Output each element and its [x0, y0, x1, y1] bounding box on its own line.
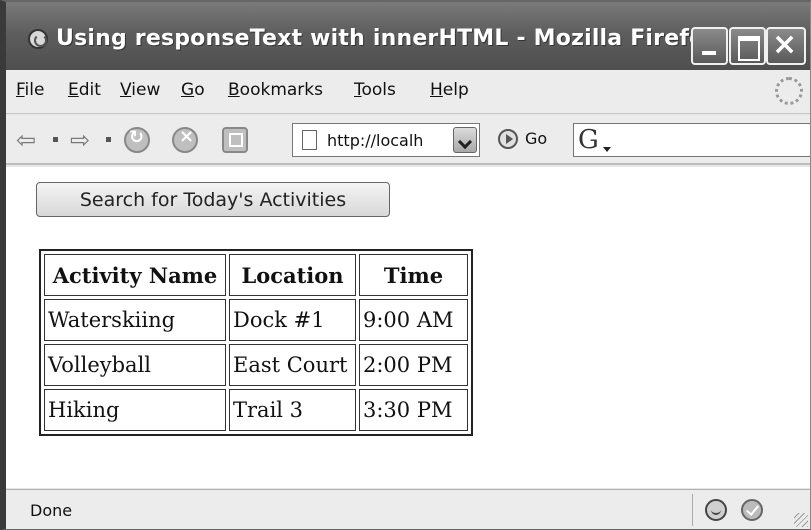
header-location: Location	[229, 254, 356, 296]
cell-time: 2:00 PM	[359, 344, 468, 386]
window-title: Using responseText with innerHTML - Mozi…	[56, 26, 719, 51]
page-content: Search for Today's Activities Activity N…	[6, 167, 810, 488]
header-time: Time	[359, 254, 468, 296]
back-icon[interactable]: ⇦	[16, 127, 36, 153]
go-icon[interactable]	[498, 129, 518, 149]
title-bar[interactable]: Using responseText with innerHTML - Mozi…	[6, 2, 810, 70]
go-button[interactable]: Go	[525, 129, 547, 148]
search-activities-button[interactable]: Search for Today's Activities	[36, 182, 390, 217]
menu-bar: File Edit View Go Bookmarks Tools Help	[6, 70, 810, 114]
cell-activity: Hiking	[44, 389, 226, 431]
google-search-icon[interactable]: G	[578, 125, 611, 155]
search-bar[interactable]: G	[573, 123, 810, 157]
throbber-icon	[775, 77, 803, 105]
status-bar: Done	[6, 489, 810, 529]
stop-icon[interactable]	[172, 126, 198, 153]
menu-go[interactable]: Go	[181, 80, 205, 100]
menu-help[interactable]: Help	[430, 80, 469, 100]
cell-time: 3:30 PM	[359, 389, 468, 431]
url-text[interactable]: http://localh	[327, 131, 445, 150]
close-icon: ×	[772, 27, 798, 62]
firefox-icon	[28, 29, 48, 49]
status-divider	[692, 494, 693, 526]
navigation-toolbar: ⇦ ⇨ http://localh Go G	[6, 115, 810, 165]
status-text: Done	[30, 501, 73, 520]
cell-activity: Waterskiing	[44, 299, 226, 341]
back-dropdown-icon[interactable]	[53, 137, 58, 142]
forward-icon[interactable]: ⇨	[70, 127, 90, 153]
minimize-button[interactable]	[691, 27, 728, 65]
update-check-icon[interactable]	[741, 499, 763, 521]
table-row: Volleyball East Court 2:00 PM	[44, 344, 468, 386]
header-activity-name: Activity Name	[44, 254, 226, 296]
table-row: Hiking Trail 3 3:30 PM	[44, 389, 468, 431]
cell-location: Dock #1	[229, 299, 356, 341]
cell-location: Trail 3	[229, 389, 356, 431]
activities-table: Activity Name Location Time Waterskiing …	[39, 249, 473, 436]
menu-bookmarks[interactable]: Bookmarks	[228, 80, 323, 100]
browser-window: Using responseText with innerHTML - Mozi…	[0, 0, 811, 530]
cell-time: 9:00 AM	[359, 299, 468, 341]
menu-file[interactable]: File	[16, 80, 44, 100]
resize-grip[interactable]	[794, 513, 808, 527]
home-icon[interactable]	[222, 127, 248, 153]
menu-tools[interactable]: Tools	[354, 80, 396, 100]
feedback-icon[interactable]	[705, 499, 727, 521]
menu-view[interactable]: View	[120, 80, 160, 100]
cell-activity: Volleyball	[44, 344, 226, 386]
table-header-row: Activity Name Location Time	[44, 254, 468, 296]
reload-icon[interactable]	[124, 127, 150, 153]
close-button[interactable]: ×	[766, 27, 806, 65]
table-row: Waterskiing Dock #1 9:00 AM	[44, 299, 468, 341]
cell-location: East Court	[229, 344, 356, 386]
forward-dropdown-icon[interactable]	[106, 137, 111, 142]
page-icon	[302, 130, 317, 150]
maximize-button[interactable]	[729, 27, 766, 65]
menu-edit[interactable]: Edit	[68, 80, 101, 100]
address-bar[interactable]: http://localh	[292, 123, 480, 157]
url-dropdown-icon[interactable]	[453, 127, 477, 153]
